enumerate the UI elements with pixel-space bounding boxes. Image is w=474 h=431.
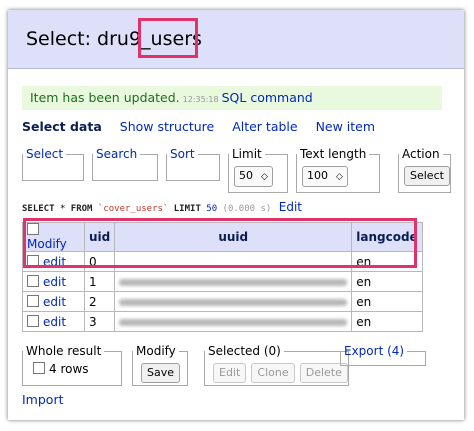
spinner-icon: ◇ [336,172,343,182]
uuid-cell [114,291,353,312]
rows-count: 4 rows [49,362,89,376]
modify-fieldset: Modify Save [132,344,188,386]
langcode-cell: en [351,291,423,312]
row-checkbox[interactable] [27,274,39,287]
delete-button[interactable]: Delete [299,363,348,383]
redacted-uuid [119,298,348,306]
sql-limit-value: 50 [206,204,218,214]
row-select-cell: edit [22,271,85,292]
row-edit-link[interactable]: edit [43,315,66,329]
whole-result-label: Whole result [26,344,102,358]
spinner-icon: ◇ [261,172,268,182]
save-button[interactable]: Save [141,363,181,383]
table-row: edit 3 en [22,311,423,332]
alter-table-link[interactable]: Alter table [232,119,297,134]
text-length-label: Text length [300,147,367,161]
selected-fieldset: Selected (0) Edit Clone Delete [204,344,349,386]
limit-label: Limit [232,147,262,161]
clone-button[interactable]: Clone [251,363,295,383]
new-item-link[interactable]: New item [316,119,375,134]
sql-star: * [59,204,66,214]
success-message: Item has been updated. 12:35:18 SQL comman… [22,86,442,110]
uid-cell: 1 [83,271,116,292]
langcode-cell: en [351,271,423,292]
sql-query: SELECT * FROM `cover_users` LIMIT 50 (0.… [22,200,302,214]
sql-limit-keyword: LIMIT [173,204,201,214]
row-select-cell: edit [22,291,85,312]
page-header: Select: dru9_users [8,10,464,69]
select-data-link[interactable]: Select data [22,119,102,134]
search-fieldset: Search [92,147,158,181]
row-checkbox[interactable] [27,294,39,307]
whole-result-checkbox[interactable] [33,362,45,374]
select-button[interactable]: Select [404,166,450,186]
text-length-input[interactable]: 100 ◇ [302,166,348,187]
sql-table-name: `cover_users` [97,204,169,214]
text-length-fieldset: Text length 100 ◇ [296,147,380,193]
row-highlight-box [23,218,417,268]
edit-selected-button[interactable]: Edit [213,363,247,383]
adminer-window: Select: dru9_users Item has been updated… [8,10,464,420]
action-label: Action [402,147,440,161]
uid-cell: 3 [83,311,116,332]
import-link[interactable]: Import [22,392,64,407]
export-toggle[interactable]: Export (4) [344,344,404,358]
action-fieldset: Action Select [398,147,451,193]
table-links: Select data Show structure Alter table N… [22,119,389,134]
message-time: 12:35:18 [182,95,219,104]
limit-fieldset: Limit 50 ◇ [228,147,288,193]
sql-duration: (0.000 s) [222,204,272,214]
redacted-uuid [119,318,348,326]
redacted-uuid [119,278,348,286]
row-checkbox[interactable] [27,314,39,327]
limit-value: 50 [239,169,253,182]
row-edit-link[interactable]: edit [43,275,66,289]
sql-select-keyword: SELECT [22,204,55,214]
limit-input[interactable]: 50 ◇ [234,166,273,187]
export-fieldset: Export (4) [340,344,426,366]
uid-cell: 2 [83,291,116,312]
modify-label: Modify [136,344,176,358]
uuid-cell [114,311,353,332]
row-edit-link[interactable]: edit [43,295,66,309]
edit-query-link[interactable]: Edit [279,200,302,214]
sort-fieldset: Sort [166,147,220,181]
search-toggle[interactable]: Search [96,147,137,161]
selected-label: Selected (0) [208,344,281,358]
sql-command-link[interactable]: SQL command [222,90,313,105]
sql-from-keyword: FROM [70,204,93,214]
show-structure-link[interactable]: Show structure [120,119,214,134]
row-select-cell: edit [22,311,85,332]
sort-toggle[interactable]: Sort [170,147,195,161]
table-row: edit 1 en [22,271,423,292]
langcode-cell: en [351,311,423,332]
message-text: Item has been updated. [30,90,180,105]
table-row: edit 2 en [22,291,423,312]
title-highlight-box [138,18,198,58]
uuid-cell [114,271,353,292]
select-fieldset: Select [22,147,84,181]
text-length-value: 100 [307,169,328,182]
select-toggle[interactable]: Select [26,147,63,161]
whole-result-fieldset: Whole result 4 rows [22,344,122,386]
